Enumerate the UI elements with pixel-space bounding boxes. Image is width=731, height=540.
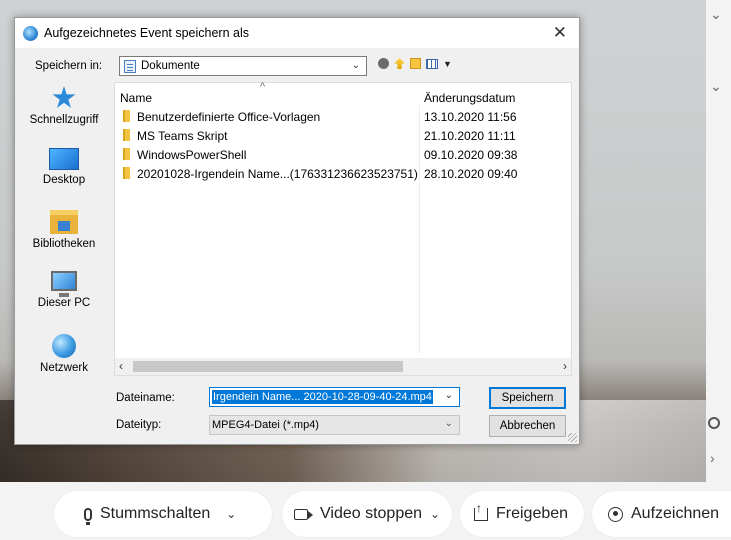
place-this-pc[interactable]: Dieser PC — [19, 271, 109, 309]
app-icon — [23, 25, 38, 41]
stop-video-button[interactable]: Video stoppen ⌄ — [282, 491, 452, 537]
mute-button[interactable]: Stummschalten ⌄ — [54, 491, 272, 537]
save-as-dialog: Aufgezeichnetes Event speichern als ✕ Sp… — [14, 17, 580, 445]
record-label: Aufzeichnen — [631, 505, 720, 522]
documents-icon — [124, 59, 136, 73]
chevron-down-icon: ⌄ — [444, 418, 453, 429]
library-icon — [50, 210, 78, 234]
filetype-select[interactable]: MPEG4-Datei (*.mp4) ⌄ — [209, 415, 460, 435]
dialog-title: Aufgezeichnetes Event speichern als — [44, 26, 249, 40]
cancel-button[interactable]: Abbrechen — [489, 415, 566, 437]
file-row[interactable]: Benutzerdefinierte Office-Vorlagen 13.10… — [115, 106, 571, 125]
scrollbar-thumb[interactable] — [133, 361, 403, 372]
place-desktop[interactable]: Desktop — [19, 148, 109, 186]
side-panel-edge: ⌄ ⌄ › — [706, 0, 731, 482]
stop-video-label: Video stoppen — [320, 505, 423, 522]
chevron-down-icon[interactable]: ⌄ — [430, 507, 440, 521]
file-name: 20201028-Irgendein Name...(1763312366235… — [137, 167, 418, 181]
column-name-header[interactable]: Name — [120, 91, 152, 105]
file-name: Benutzerdefinierte Office-Vorlagen — [137, 110, 321, 124]
chevron-down-icon[interactable]: ⌄ — [445, 390, 453, 401]
new-folder-icon[interactable] — [410, 58, 421, 69]
chevron-icon[interactable]: ⌄ — [710, 78, 722, 95]
chevron-right-icon[interactable]: › — [710, 450, 715, 466]
file-name: WindowsPowerShell — [137, 148, 247, 162]
close-icon[interactable]: ✕ — [553, 23, 567, 43]
file-list-header: ^ Name Änderungsdatum — [115, 81, 571, 105]
record-button[interactable]: Aufzeichnen — [592, 491, 731, 537]
save-in-row: Speichern in: Dokumente ⌄ ▼ — [15, 56, 579, 78]
meeting-control-bar: Stummschalten ⌄ Video stoppen ⌄ Freigebe… — [0, 482, 731, 540]
sort-caret-icon: ^ — [260, 81, 266, 93]
folder-icon — [123, 110, 130, 122]
file-list: ^ Name Änderungsdatum Benutzerdefinierte… — [114, 81, 572, 376]
column-date-header[interactable]: Änderungsdatum — [424, 91, 515, 105]
share-label: Freigeben — [496, 505, 569, 522]
camera-icon — [294, 508, 313, 520]
save-in-label: Speichern in: — [35, 60, 103, 72]
place-label: Schnellzugriff — [29, 114, 99, 126]
place-quick-access[interactable]: Schnellzugriff — [19, 86, 109, 126]
folder-icon — [123, 148, 130, 160]
scroll-right-icon[interactable]: › — [563, 359, 567, 373]
back-icon[interactable] — [378, 58, 389, 69]
horizontal-scrollbar[interactable]: ‹ › — [115, 358, 571, 375]
filetype-label: Dateityp: — [116, 419, 162, 431]
resize-grip-icon[interactable] — [568, 433, 577, 442]
file-row[interactable]: MS Teams Skript 21.10.2020 11:11 — [115, 125, 571, 144]
mute-label: Stummschalten — [100, 505, 211, 522]
folder-icon — [123, 129, 130, 141]
folder-icon — [123, 167, 130, 179]
share-button[interactable]: Freigeben — [460, 491, 584, 537]
caret-down-icon[interactable]: ▼ — [443, 59, 452, 69]
place-label: Desktop — [42, 174, 86, 186]
filename-label: Dateiname: — [116, 392, 175, 404]
radio-icon[interactable] — [708, 417, 720, 429]
chevron-down-icon: ⌄ — [351, 60, 360, 71]
save-button[interactable]: Speichern — [489, 387, 566, 409]
file-name: MS Teams Skript — [137, 129, 228, 143]
places-bar: Schnellzugriff Desktop Bibliotheken Dies… — [19, 86, 109, 376]
dialog-titlebar: Aufgezeichnetes Event speichern als ✕ — [15, 18, 579, 48]
computer-icon — [51, 271, 77, 297]
location-value: Dokumente — [141, 60, 200, 72]
up-folder-icon[interactable] — [394, 58, 405, 69]
place-label: Netzwerk — [40, 362, 88, 374]
filename-value: Irgendein Name... 2020-10-28-09-40-24.mp… — [212, 390, 433, 404]
desktop-icon — [49, 148, 79, 170]
view-menu-icon[interactable] — [426, 58, 438, 69]
file-date: 13.10.2020 11:56 — [424, 110, 517, 124]
file-row[interactable]: WindowsPowerShell 09.10.2020 09:38 — [115, 144, 571, 163]
microphone-icon — [84, 507, 92, 525]
place-libraries[interactable]: Bibliotheken — [19, 210, 109, 250]
file-date: 28.10.2020 09:40 — [424, 167, 518, 181]
filename-input[interactable]: Irgendein Name... 2020-10-28-09-40-24.mp… — [209, 387, 460, 407]
chevron-down-icon[interactable]: ⌄ — [226, 507, 236, 521]
record-icon — [608, 506, 623, 522]
file-date: 21.10.2020 11:11 — [424, 129, 516, 143]
file-row[interactable]: 20201028-Irgendein Name...(1763312366235… — [115, 163, 571, 182]
file-date: 09.10.2020 09:38 — [424, 148, 518, 162]
star-icon — [52, 86, 76, 108]
share-icon — [474, 501, 488, 521]
location-select[interactable]: Dokumente ⌄ — [119, 56, 367, 76]
place-label: Dieser PC — [37, 297, 91, 309]
network-icon — [52, 334, 76, 358]
place-network[interactable]: Netzwerk — [19, 334, 109, 374]
chevron-icon[interactable]: ⌄ — [710, 6, 722, 23]
filetype-value: MPEG4-Datei (*.mp4) — [212, 419, 319, 431]
scroll-left-icon[interactable]: ‹ — [119, 359, 123, 373]
place-label: Bibliotheken — [32, 238, 96, 250]
dialog-toolbar: ▼ — [378, 58, 452, 69]
